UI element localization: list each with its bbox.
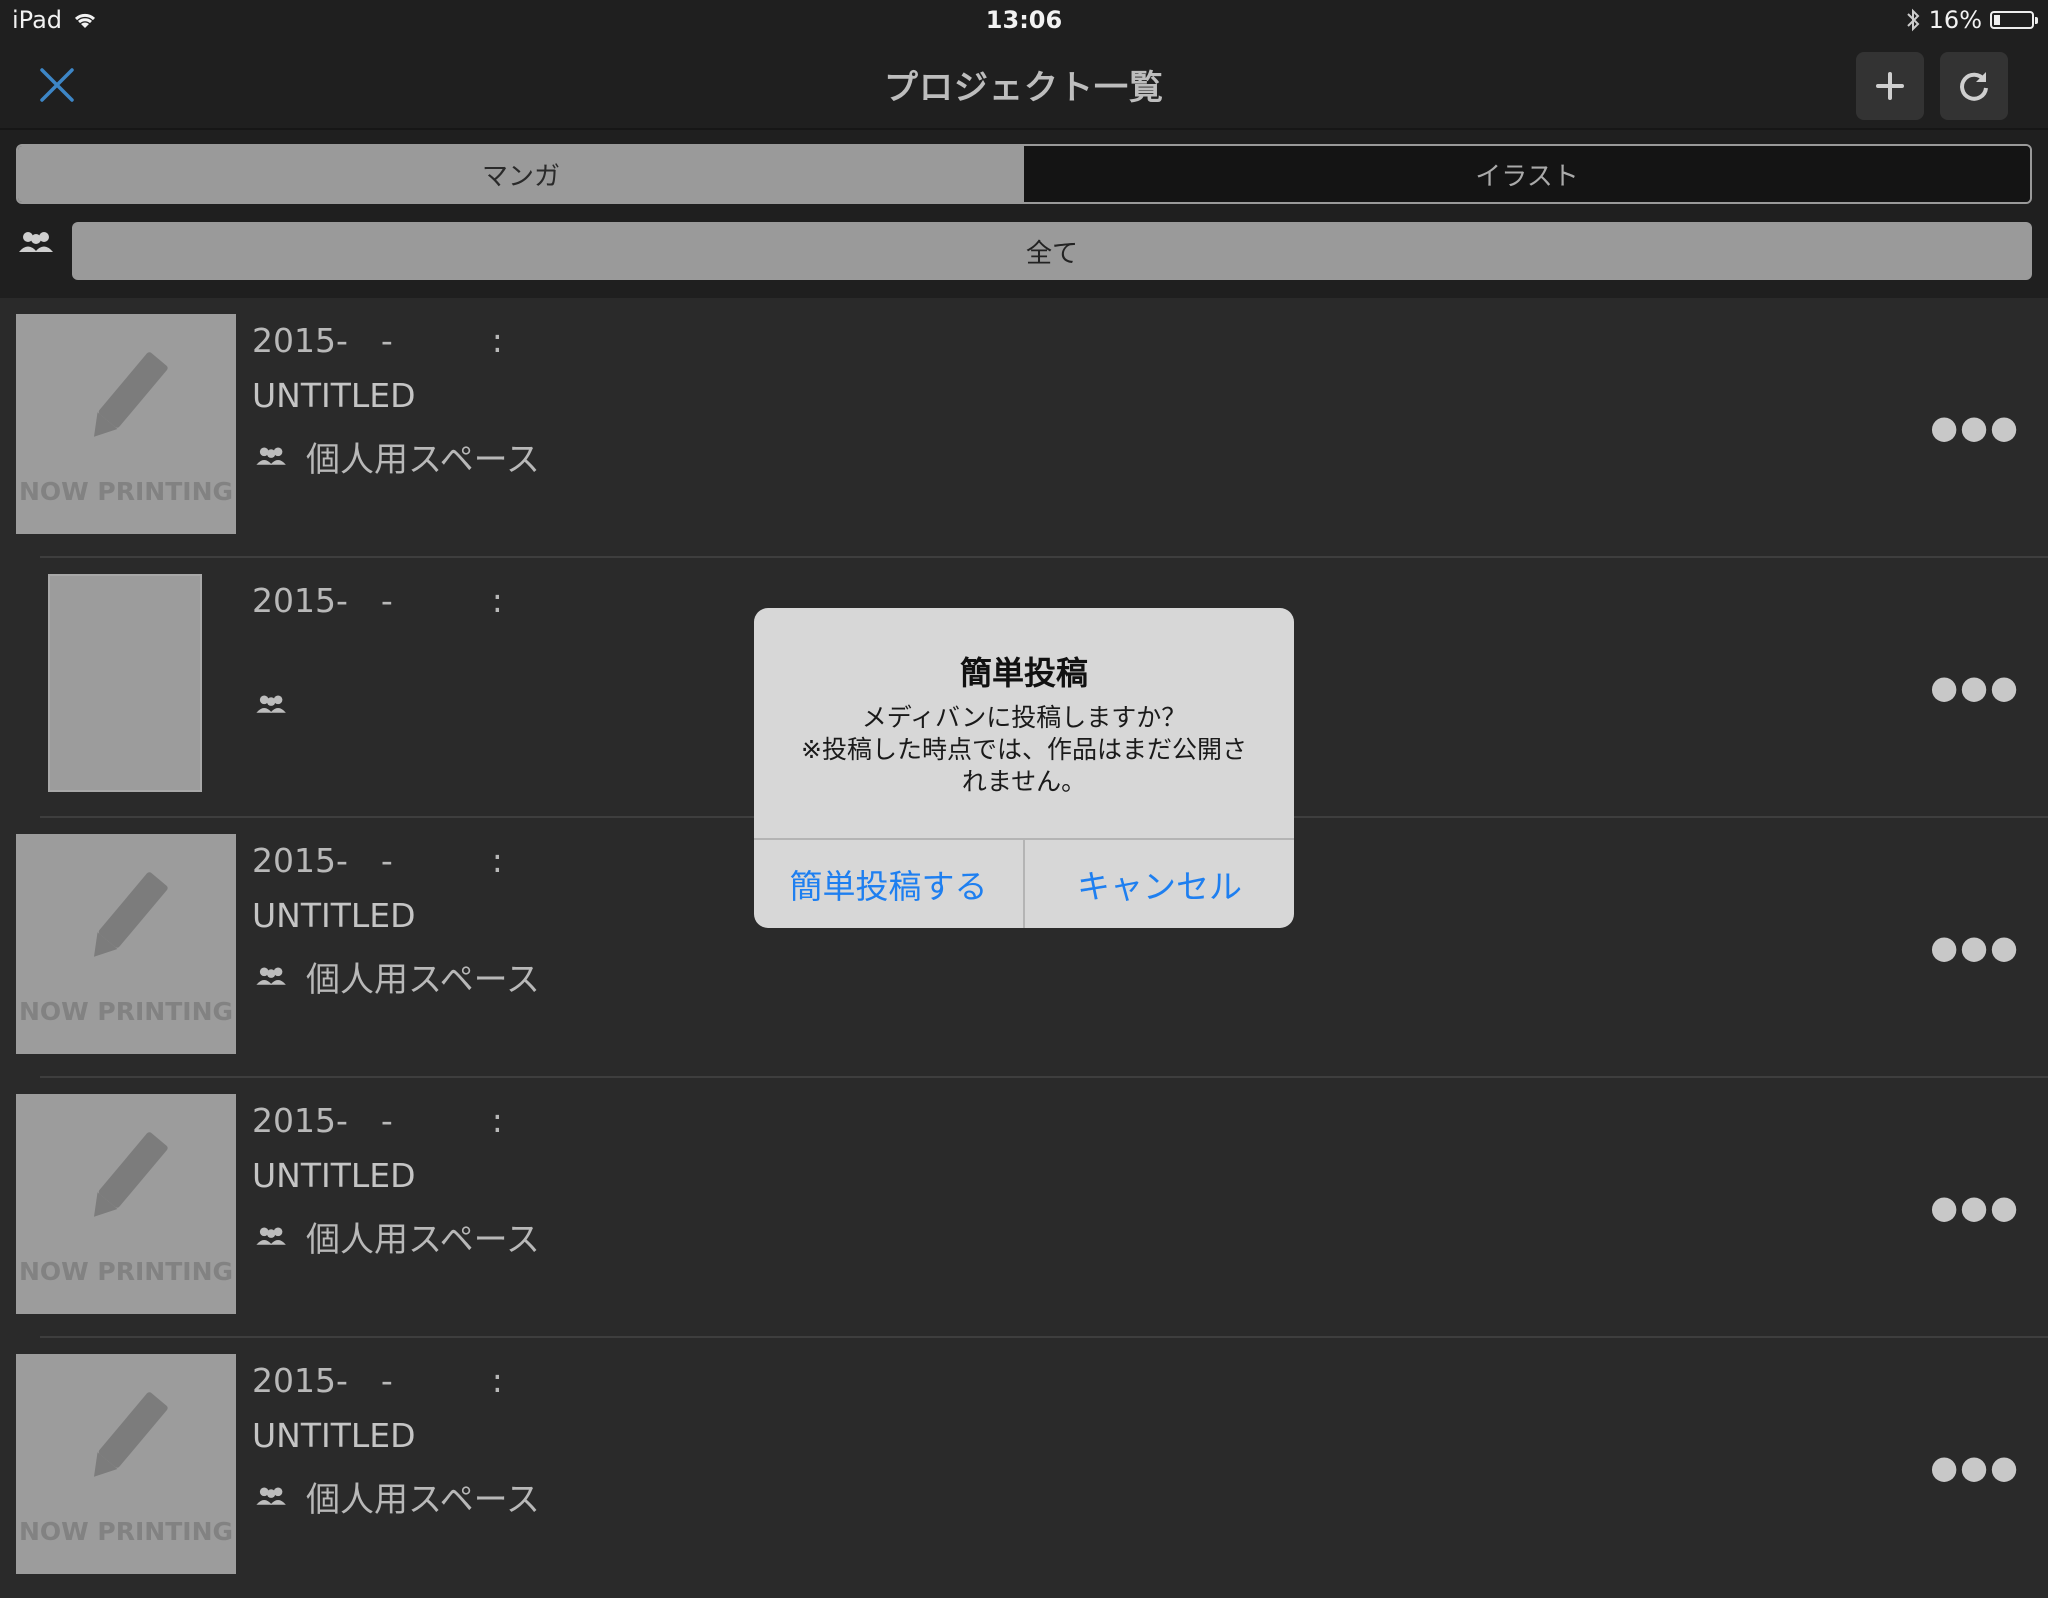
- battery-icon: [1990, 11, 2038, 29]
- item-date: 2015- - :: [252, 1361, 503, 1400]
- pencil-icon: [93, 1132, 168, 1217]
- group-icon: [256, 1226, 286, 1245]
- segment-area: マンガ イラスト 全て: [0, 130, 2048, 298]
- item-space-label: 個人用スペース: [306, 440, 540, 480]
- item-space-label: 個人用スペース: [306, 960, 540, 1000]
- plus-icon: [1876, 72, 1904, 100]
- thumbnail: NOW PRINTING: [16, 834, 236, 1054]
- thumbnail: [48, 574, 202, 792]
- more-button[interactable]: ●●●: [1930, 408, 2020, 446]
- item-title: UNTITLED: [252, 376, 416, 415]
- thumbnail: NOW PRINTING: [16, 314, 236, 534]
- tab-manga[interactable]: マンガ: [18, 146, 1024, 202]
- group-icon: [256, 695, 286, 713]
- now-printing-label: NOW PRINTING: [18, 1257, 234, 1286]
- segmented-control: マンガ イラスト: [16, 144, 2032, 204]
- item-space: [252, 692, 306, 718]
- status-right: 16%: [1905, 6, 2038, 34]
- item-space-label: 個人用スペース: [306, 1220, 540, 1260]
- alert-title: 簡単投稿: [959, 654, 1088, 692]
- pencil-icon: [93, 872, 168, 957]
- list-item[interactable]: NOW PRINTING 2015- - : UNTITLED 個人用スペース …: [0, 1338, 2048, 1598]
- now-printing-label: NOW PRINTING: [18, 997, 234, 1026]
- more-button[interactable]: ●●●: [1930, 1448, 2020, 1486]
- item-space: 個人用スペース: [252, 1472, 540, 1521]
- item-space: 個人用スペース: [252, 432, 540, 481]
- alert-buttons: 簡単投稿する キャンセル: [754, 838, 1294, 928]
- now-printing-label: NOW PRINTING: [18, 1517, 234, 1546]
- more-button[interactable]: ●●●: [1930, 928, 2020, 966]
- pencil-icon: [93, 352, 168, 437]
- item-title: UNTITLED: [252, 1416, 416, 1455]
- group-icon: [256, 966, 286, 985]
- bluetooth-icon: [1906, 8, 1920, 32]
- item-title: UNTITLED: [252, 1156, 416, 1195]
- item-space: 個人用スペース: [252, 952, 540, 1001]
- thumbnail: NOW PRINTING: [16, 1354, 236, 1574]
- status-bar: iPad 13:06 16%: [0, 0, 2048, 40]
- status-time: 13:06: [985, 6, 1063, 34]
- item-title: UNTITLED: [252, 896, 416, 935]
- quick-post-button[interactable]: 簡単投稿する: [754, 840, 1023, 928]
- add-button[interactable]: [1856, 52, 1924, 120]
- alert-message: メディバンに投稿しますか？ ※投稿した時点では、作品はまだ公開さ れません。: [801, 703, 1247, 796]
- group-icon: [256, 446, 286, 465]
- pencil-icon: [93, 1392, 168, 1477]
- refresh-icon: [1960, 72, 1988, 101]
- group-icon[interactable]: [16, 228, 58, 258]
- battery-percent: 16%: [1928, 6, 1982, 34]
- page-title: プロジェクト一覧: [884, 68, 1164, 108]
- refresh-button[interactable]: [1940, 52, 2008, 120]
- nav-bar: プロジェクト一覧: [0, 40, 2048, 130]
- project-list: NOW PRINTING 2015- - : UNTITLED 個人用スペース …: [0, 298, 2048, 1598]
- list-item[interactable]: NOW PRINTING 2015- - : UNTITLED 個人用スペース …: [0, 1078, 2048, 1338]
- item-space: 個人用スペース: [252, 1212, 540, 1261]
- item-date: 2015- - :: [252, 321, 503, 360]
- tab-illust[interactable]: イラスト: [1024, 146, 2030, 202]
- list-item[interactable]: NOW PRINTING 2015- - : UNTITLED 個人用スペース …: [0, 298, 2048, 558]
- item-date: 2015- - :: [252, 1101, 503, 1140]
- thumbnail: NOW PRINTING: [16, 1094, 236, 1314]
- item-date: 2015- - :: [252, 581, 503, 620]
- group-icon: [256, 1486, 286, 1505]
- item-space-label: 個人用スペース: [306, 1480, 540, 1520]
- battery-level: [1994, 15, 2000, 25]
- more-button[interactable]: ●●●: [1930, 668, 2020, 706]
- item-date: 2015- - :: [252, 841, 503, 880]
- more-button[interactable]: ●●●: [1930, 1188, 2020, 1226]
- filter-select[interactable]: 全て: [72, 222, 2032, 280]
- post-alert-dialog: 簡単投稿 メディバンに投稿しますか？ ※投稿した時点では、作品はまだ公開さ れま…: [754, 608, 1294, 928]
- cancel-button[interactable]: キャンセル: [1023, 840, 1294, 928]
- now-printing-label: NOW PRINTING: [18, 477, 234, 506]
